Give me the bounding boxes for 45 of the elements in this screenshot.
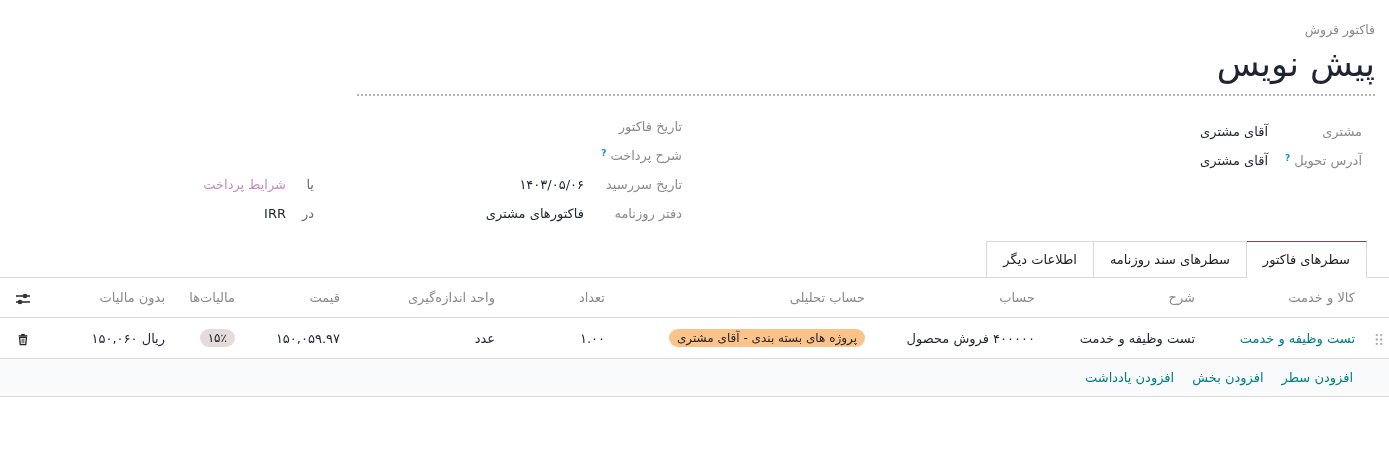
- table-cell: تست وظیفه و خدمت: [1041, 317, 1201, 359]
- field-value[interactable]: IRR: [264, 206, 286, 222]
- table-cell: ریال ۱۵۰,۰۶۰: [46, 317, 171, 359]
- column-header: شرح: [1041, 277, 1201, 318]
- field-label: آدرس تحویل: [1294, 153, 1362, 169]
- field-label: دفتر روزنامه: [614, 206, 682, 222]
- input-field[interactable]: شرایط پرداخت: [176, 177, 286, 193]
- column-header: واحد اندازه‌گیری: [346, 277, 501, 318]
- tab[interactable]: سطرهای فاکتور: [1246, 241, 1367, 279]
- add-link[interactable]: افزودن سطر: [1281, 370, 1353, 386]
- table-cell: ۱۵۰,۰۵۹.۹۷: [241, 317, 346, 359]
- field-label: مشتری: [1322, 124, 1362, 140]
- help-icon[interactable]: ?: [1284, 153, 1291, 164]
- column-header: مالیات‌ها: [171, 277, 241, 318]
- tab[interactable]: اطلاعات دیگر: [986, 241, 1094, 279]
- delete-icon[interactable]: [17, 332, 29, 346]
- add-link[interactable]: افزودن یادداشت: [1085, 370, 1175, 386]
- help-icon[interactable]: ?: [601, 148, 607, 159]
- add-link[interactable]: افزودن بخش: [1192, 370, 1264, 386]
- field-value[interactable]: آقای مشتری: [1200, 153, 1268, 169]
- table-cell: عدد: [346, 317, 501, 359]
- table-cell: ۴۰۰۰۰۰ فروش محصول: [871, 317, 1041, 359]
- column-header: بدون مالیات: [46, 277, 171, 318]
- tag: پروژه های بسته بندی - آقای مشتری: [668, 329, 865, 348]
- field-value[interactable]: ۱۴۰۳/۰۵/۰۶: [314, 177, 584, 193]
- document-type: فاکتور فروش: [1303, 22, 1375, 37]
- connector-label: در: [300, 206, 314, 222]
- drag-handle-icon[interactable]: [1375, 332, 1383, 346]
- tab[interactable]: سطرهای سند روزنامه: [1093, 241, 1247, 279]
- table-cell: ۱.۰۰: [501, 317, 611, 359]
- column-header: قیمت: [241, 277, 346, 318]
- column-header: حساب تحلیلی: [611, 277, 871, 318]
- product-link[interactable]: تست وظیفه و خدمت: [1201, 317, 1361, 359]
- document-title: پیش نویس: [1215, 43, 1375, 87]
- column-header: حساب: [871, 277, 1041, 318]
- field-value[interactable]: فاکتورهای مشتری: [314, 206, 584, 222]
- column-header: تعداد: [501, 277, 611, 318]
- field-label: تاریخ سررسید: [606, 177, 682, 193]
- column-header: کالا و خدمت: [1201, 277, 1361, 318]
- tag: ۱۵٪: [199, 329, 235, 348]
- field-label: شرح پرداخت: [610, 148, 682, 164]
- connector-label: یا: [305, 177, 314, 193]
- settings-icon[interactable]: [15, 291, 31, 306]
- field-label: تاریخ فاکتور: [618, 119, 682, 135]
- field-value[interactable]: آقای مشتری: [1200, 124, 1268, 140]
